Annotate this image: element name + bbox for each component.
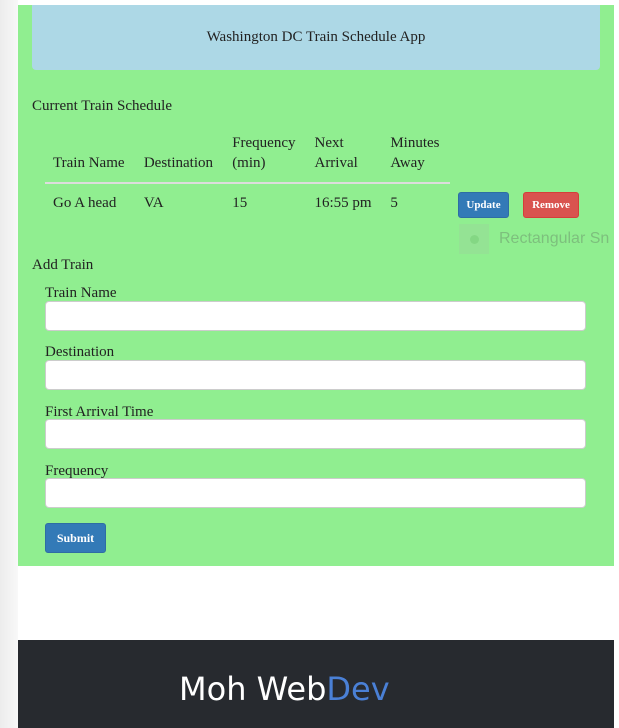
cell-frequency: 15 (232, 195, 248, 211)
train-name-label: Train Name (45, 285, 117, 301)
brand-accent: Dev (326, 670, 390, 708)
app-title: Washington DC Train Schedule App (206, 29, 426, 45)
destination-label: Destination (45, 344, 115, 360)
footer-brand: Moh WebDev (179, 670, 390, 708)
table-row: Go A head VA 15 16:55 pm 5 (45, 183, 450, 213)
brand-main: Moh Web (179, 670, 327, 708)
drag-overlay: Rectangular Sn (459, 224, 614, 254)
overlay-label: Rectangular Sn (499, 230, 610, 247)
cell-train-name: Go A head (53, 195, 117, 211)
destination-input[interactable] (45, 360, 586, 390)
submit-button[interactable]: Submit (45, 523, 106, 553)
col-header-minutes-away: Minutes Away (382, 133, 450, 184)
cell-destination: VA (143, 195, 164, 211)
col-header-next-arrival: Next Arrival (306, 133, 383, 184)
col-header-frequency: Frequency (min) (224, 133, 307, 184)
cell-minutes-away: 5 (390, 195, 398, 211)
footer: Moh WebDev (18, 640, 614, 728)
col-header-destination: Destination (135, 133, 225, 184)
frequency-input[interactable] (45, 478, 586, 508)
app-header: Washington DC Train Schedule App (32, 5, 600, 70)
first-arrival-input[interactable] (45, 419, 586, 449)
cell-next-arrival: 16:55 pm (314, 195, 372, 211)
add-train-section-title: Add Train (32, 257, 94, 273)
shape-dot-icon (469, 234, 479, 244)
page-edge-shadow (0, 0, 18, 728)
remove-button[interactable]: Remove (523, 192, 579, 218)
app-container: Washington DC Train Schedule App Current… (18, 5, 614, 566)
schedule-table: Train Name Destination Frequency (min) Ne… (45, 133, 450, 213)
train-name-input[interactable] (45, 301, 586, 331)
schedule-header-row: Train Name Destination Frequency (min) Ne… (45, 133, 450, 184)
rectangle-shape-icon (459, 224, 489, 254)
col-header-train-name: Train Name (45, 133, 136, 184)
update-button[interactable]: Update (458, 192, 509, 218)
schedule-section-title: Current Train Schedule (32, 98, 172, 114)
